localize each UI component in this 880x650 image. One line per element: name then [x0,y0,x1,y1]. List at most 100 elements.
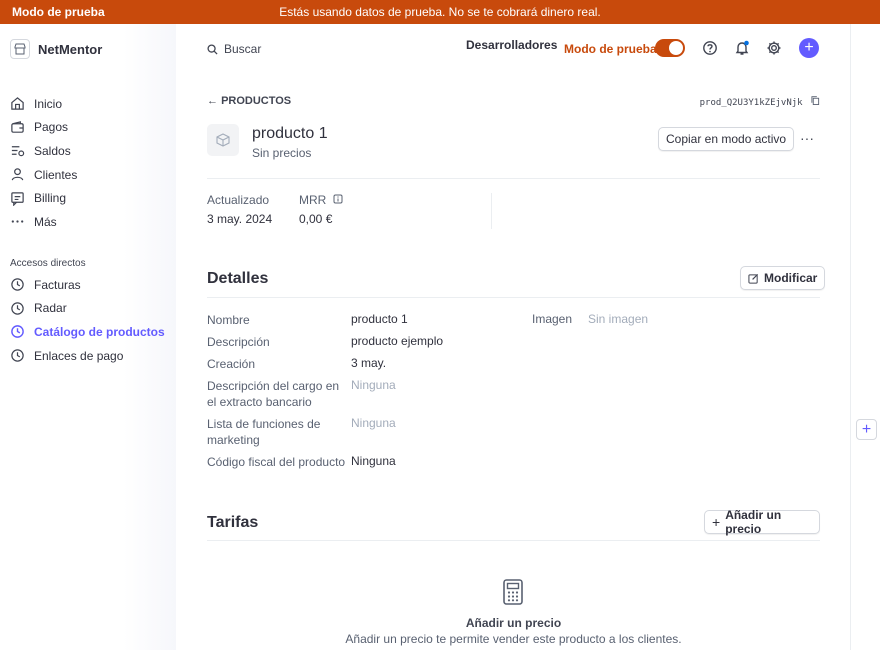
home-icon [11,97,24,111]
billing-icon [11,191,24,206]
detail-value-tax-code: Ninguna [351,454,396,468]
box-icon [216,133,230,147]
clock-icon [11,302,24,315]
detail-value-descripcion: producto ejemplo [351,334,444,348]
sidebar: NetMentor Inicio Pagos Saldos Clientes B… [0,24,176,650]
empty-state-description: Añadir un precio te permite vender este … [345,632,682,646]
edit-label: Modificar [764,271,818,285]
calculator-icon [503,579,523,605]
search-bar[interactable]: Buscar [207,42,261,56]
gear-icon[interactable] [766,40,782,56]
divider [491,193,492,229]
sidebar-item-catalogo-de-productos[interactable]: Catálogo de productos [10,320,165,344]
rail-add-button[interactable]: + [856,419,877,440]
store-icon [10,39,30,59]
detail-label-descripcion: Descripción [207,335,270,349]
sidebar-item-label: Inicio [34,96,63,111]
sidebar-item-clientes[interactable]: Clientes [10,163,77,187]
detail-value-creacion: 3 may. [351,356,387,370]
detail-value-marketing-features: Ninguna [351,416,396,430]
clock-icon [11,349,24,362]
balance-icon [11,146,25,157]
mrr-label: MRR [299,193,343,207]
bell-icon[interactable] [734,40,750,56]
copy-to-live-button[interactable]: Copiar en modo activo [658,127,795,151]
details-heading: Detalles [207,270,269,287]
detail-value-statement-descriptor: Ninguna [351,378,396,392]
updated-value: 3 may. 2024 [207,212,273,226]
sidebar-item-label: Facturas [34,277,81,292]
detail-label-marketing-features: Lista de funciones de marketing [207,417,321,447]
search-input[interactable]: Buscar [224,42,261,56]
sidebar-item-label: Clientes [34,167,78,182]
sidebar-item-billing[interactable]: Billing [10,186,77,210]
sidebar-item-label: Billing [34,191,67,206]
sidebar-item-mas[interactable]: Más [10,210,77,234]
copy-to-live-label: Copiar en modo activo [666,132,787,146]
clock-icon [11,278,24,292]
create-plus-button[interactable]: + [799,38,819,58]
divider [207,297,820,298]
sidebar-item-label: Catálogo de productos [34,324,165,339]
more-actions-button[interactable]: ··· [800,130,814,146]
sidebar-item-pagos[interactable]: Pagos [10,116,77,140]
help-icon[interactable] [702,40,718,56]
product-id[interactable]: prod_Q2U3Y1kZEjvNjk [700,96,820,108]
sidebar-item-radar[interactable]: Radar [10,297,165,321]
test-mode-toggle[interactable] [655,39,685,57]
brand-name: NetMentor [38,41,103,57]
back-to-products-link[interactable]: ← PRODUCTOS [207,95,291,107]
sidebar-item-saldos[interactable]: Saldos [10,139,77,163]
sidebar-item-label: Enlaces de pago [34,348,124,363]
copy-icon[interactable] [811,96,820,105]
empty-state-title: Añadir un precio [465,616,562,630]
user-icon [11,168,24,181]
account-switcher[interactable]: NetMentor [10,39,102,59]
image-label: Imagen [532,312,573,326]
product-id-text: prod_Q2U3Y1kZEjvNjk [699,98,803,108]
detail-label-tax-code: Código fiscal del producto [207,455,346,469]
arrow-left-icon: ← [207,95,222,107]
search-icon [207,43,218,55]
detail-label-nombre: Nombre [207,313,250,327]
sidebar-item-label: Saldos [34,143,71,158]
plus-icon: + [861,421,872,438]
divider [207,178,820,179]
shortcuts-heading: Accesos directos [10,258,86,269]
more-icon [11,220,24,223]
pricing-heading: Tarifas [207,514,259,531]
wallet-icon [11,120,24,133]
edit-button[interactable]: Modificar [740,266,826,290]
product-subtitle: Sin precios [252,146,312,160]
mrr-label-text: MRR [299,193,327,207]
clock-icon [11,325,24,339]
sidebar-item-label: Pagos [34,120,69,135]
back-label: PRODUCTOS [221,95,292,107]
plus-icon: + [804,39,814,56]
right-rail [850,24,880,650]
updated-label: Actualizado [207,193,270,207]
detail-label-statement-descriptor: Descripción del cargo en el extracto ban… [207,379,340,409]
product-name: producto 1 [252,125,328,142]
divider [207,540,820,541]
sidebar-item-facturas[interactable]: Facturas [10,273,165,297]
topbar-actions: Desarrolladores [466,38,557,52]
plus-icon: + [712,514,721,530]
sidebar-item-label: Más [34,214,57,229]
edit-icon [748,273,759,284]
detail-label-creacion: Creación [207,357,256,371]
info-icon[interactable] [333,194,343,204]
sidebar-item-enlaces-de-pago[interactable]: Enlaces de pago [10,344,165,368]
banner-message: Estás usando datos de prueba. No se te c… [279,5,601,19]
main-nav: Inicio Pagos Saldos Clientes Billing Más [10,92,77,234]
sidebar-item-label: Radar [34,301,67,316]
test-mode-label: Modo de prueba [564,42,657,56]
detail-value-nombre: producto 1 [351,312,408,326]
developers-link[interactable]: Desarrolladores [466,38,557,52]
sidebar-item-inicio[interactable]: Inicio [10,92,77,116]
add-price-label: Añadir un precio [725,508,782,536]
add-price-button[interactable]: + Añadir un precio [704,508,820,536]
shortcuts-nav: Facturas Radar Catálogo de productos Enl… [10,273,165,367]
product-image-placeholder [207,124,239,156]
image-value: Sin imagen [588,312,649,326]
